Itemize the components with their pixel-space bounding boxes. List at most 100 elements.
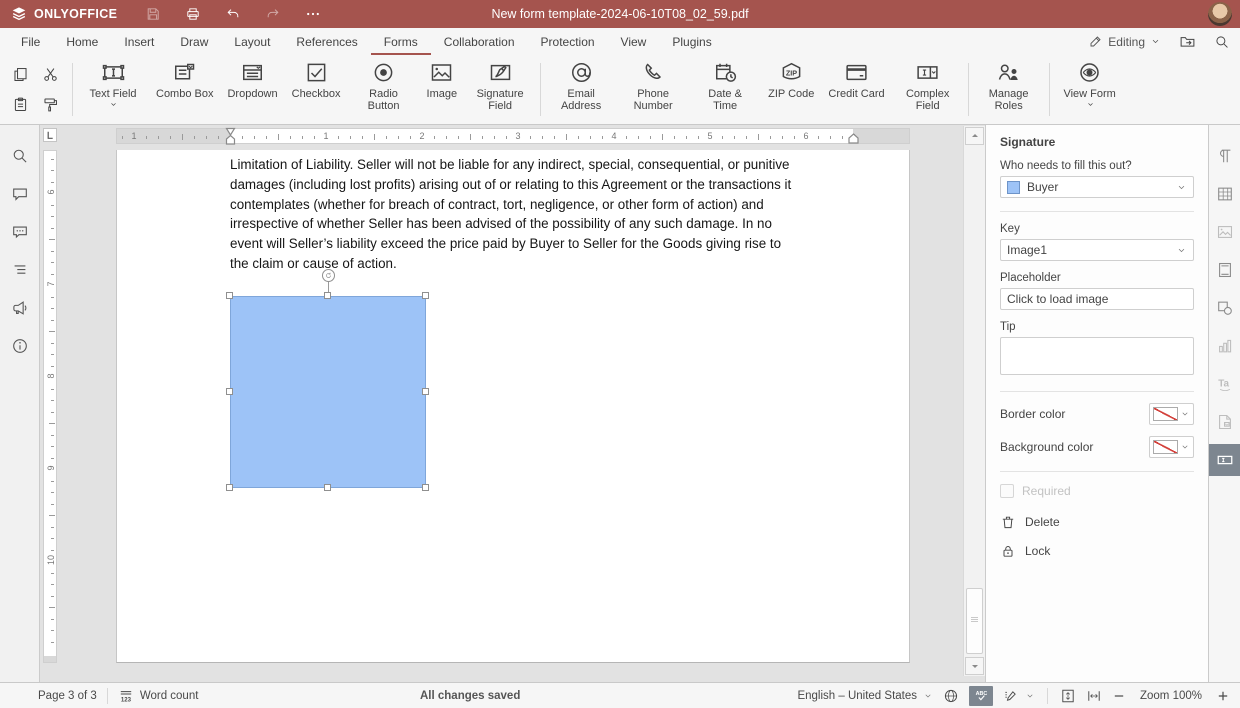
status-bar: Page 3 of 3 123 Word count All changes s… bbox=[0, 682, 1240, 708]
shape-settings-icon[interactable] bbox=[1209, 289, 1240, 327]
view-form-button[interactable]: View Form bbox=[1054, 55, 1126, 124]
menu-tab-draw[interactable]: Draw bbox=[167, 28, 221, 55]
word-count-button[interactable]: 123 Word count bbox=[118, 688, 199, 704]
image-settings-icon[interactable] bbox=[1209, 213, 1240, 251]
track-changes-button[interactable] bbox=[1003, 688, 1035, 704]
scroll-up-button[interactable] bbox=[965, 127, 984, 145]
image-button[interactable]: Image bbox=[420, 55, 465, 124]
resize-handle[interactable] bbox=[422, 388, 429, 395]
form-settings-icon[interactable] bbox=[1209, 444, 1240, 476]
menu-tab-insert[interactable]: Insert bbox=[111, 28, 167, 55]
more-actions-icon[interactable] bbox=[305, 6, 321, 22]
background-color-picker[interactable] bbox=[1149, 436, 1194, 458]
tip-input[interactable] bbox=[1000, 337, 1194, 375]
tab-stop-selector[interactable] bbox=[43, 128, 57, 142]
menu-tab-forms[interactable]: Forms bbox=[371, 28, 431, 55]
sidebar-navigation-icon[interactable] bbox=[2, 251, 38, 289]
resize-handle[interactable] bbox=[324, 292, 331, 299]
role-select[interactable]: Buyer bbox=[1000, 176, 1194, 198]
signature-field-button[interactable]: Signature Field bbox=[464, 55, 536, 124]
image-form-field[interactable] bbox=[230, 296, 426, 488]
print-icon[interactable] bbox=[185, 6, 201, 22]
right-icon-sidebar: Ta bbox=[1208, 125, 1240, 682]
paste-button[interactable] bbox=[6, 91, 34, 119]
sidebar-search-icon[interactable] bbox=[2, 137, 38, 175]
language-selector[interactable]: English – United States bbox=[797, 690, 933, 702]
scroll-down-button[interactable] bbox=[965, 657, 984, 675]
delete-button[interactable]: Delete bbox=[1000, 514, 1194, 530]
zip-code-button[interactable]: ZIPZIP Code bbox=[761, 55, 821, 124]
email-address-button[interactable]: Email Address bbox=[545, 55, 617, 124]
fit-to-width-button[interactable] bbox=[1086, 688, 1102, 704]
menu-tab-collaboration[interactable]: Collaboration bbox=[431, 28, 528, 55]
dropdown-button[interactable]: Dropdown bbox=[220, 55, 284, 124]
datetime-icon bbox=[713, 60, 738, 85]
spell-check-toggle[interactable]: ABC bbox=[969, 686, 993, 706]
save-icon[interactable] bbox=[145, 6, 161, 22]
lock-button[interactable]: Lock bbox=[1000, 543, 1194, 559]
phone-number-button[interactable]: Phone Number bbox=[617, 55, 689, 124]
chart-settings-icon[interactable] bbox=[1209, 327, 1240, 365]
copy-button[interactable] bbox=[6, 61, 34, 89]
cut-button[interactable] bbox=[36, 61, 64, 89]
page-indicator[interactable]: Page 3 of 3 bbox=[38, 690, 97, 702]
date-time-button[interactable]: Date & Time bbox=[689, 55, 761, 124]
sidebar-chat-icon[interactable] bbox=[2, 213, 38, 251]
vertical-scrollbar[interactable] bbox=[963, 126, 985, 676]
required-checkbox[interactable] bbox=[1000, 484, 1014, 498]
zoom-out-button[interactable] bbox=[1112, 689, 1126, 703]
sidebar-about-icon[interactable] bbox=[2, 327, 38, 365]
zoom-level[interactable]: Zoom 100% bbox=[1136, 690, 1206, 702]
key-label: Key bbox=[1000, 223, 1194, 235]
tool-button-label: Manage Roles bbox=[980, 88, 1038, 112]
background-color-label: Background color bbox=[1000, 440, 1093, 454]
menu-tab-layout[interactable]: Layout bbox=[221, 28, 283, 55]
menu-tab-plugins[interactable]: Plugins bbox=[659, 28, 724, 55]
indent-marker[interactable] bbox=[225, 127, 236, 147]
right-margin-marker[interactable] bbox=[848, 133, 859, 144]
table-settings-icon[interactable] bbox=[1209, 175, 1240, 213]
credit-card-button[interactable]: Credit Card bbox=[821, 55, 891, 124]
chevron-down-icon bbox=[109, 100, 118, 109]
resize-handle[interactable] bbox=[422, 484, 429, 491]
scrollbar-thumb[interactable] bbox=[966, 588, 983, 654]
menu-tab-file[interactable]: File bbox=[8, 28, 53, 55]
checkbox-button[interactable]: Checkbox bbox=[285, 55, 348, 124]
menu-tab-references[interactable]: References bbox=[283, 28, 370, 55]
user-avatar[interactable] bbox=[1208, 2, 1232, 26]
zoom-in-button[interactable] bbox=[1216, 689, 1230, 703]
menu-tab-home[interactable]: Home bbox=[53, 28, 111, 55]
placeholder-input[interactable] bbox=[1000, 288, 1194, 310]
resize-handle[interactable] bbox=[226, 484, 233, 491]
open-file-location-icon[interactable] bbox=[1179, 33, 1196, 50]
border-color-picker[interactable] bbox=[1149, 403, 1194, 425]
text-field-button[interactable]: Text Field bbox=[77, 55, 149, 124]
menu-tab-protection[interactable]: Protection bbox=[528, 28, 608, 55]
complex-field-button[interactable]: Complex Field bbox=[892, 55, 964, 124]
resize-handle[interactable] bbox=[422, 292, 429, 299]
copy-style-button[interactable] bbox=[36, 91, 64, 119]
sidebar-comments-icon[interactable] bbox=[2, 175, 38, 213]
sidebar-feedback-icon[interactable] bbox=[2, 289, 38, 327]
editing-mode-button[interactable]: Editing bbox=[1088, 34, 1161, 49]
headerfooter-settings-icon[interactable] bbox=[1209, 251, 1240, 289]
tool-button-label: Credit Card bbox=[828, 88, 884, 100]
signature-settings-panel: Signature Who needs to fill this out? Bu… bbox=[985, 125, 1208, 682]
key-select[interactable]: Image1 bbox=[1000, 239, 1194, 261]
resize-handle[interactable] bbox=[226, 292, 233, 299]
combo-box-button[interactable]: Combo Box bbox=[149, 55, 220, 124]
set-document-language-icon[interactable] bbox=[943, 688, 959, 704]
textart-settings-icon[interactable]: Ta bbox=[1209, 365, 1240, 403]
fit-to-page-button[interactable] bbox=[1060, 688, 1076, 704]
menu-tab-view[interactable]: View bbox=[608, 28, 660, 55]
search-icon[interactable] bbox=[1214, 34, 1230, 50]
resize-handle[interactable] bbox=[324, 484, 331, 491]
rotate-handle[interactable] bbox=[322, 269, 335, 282]
manage-roles-button[interactable]: Manage Roles bbox=[973, 55, 1045, 124]
mailmerge-settings-icon[interactable] bbox=[1209, 403, 1240, 441]
resize-handle[interactable] bbox=[226, 388, 233, 395]
redo-icon[interactable] bbox=[265, 6, 281, 22]
undo-icon[interactable] bbox=[225, 6, 241, 22]
paragraph-settings-icon[interactable] bbox=[1209, 137, 1240, 175]
radio-button-button[interactable]: Radio Button bbox=[348, 55, 420, 124]
